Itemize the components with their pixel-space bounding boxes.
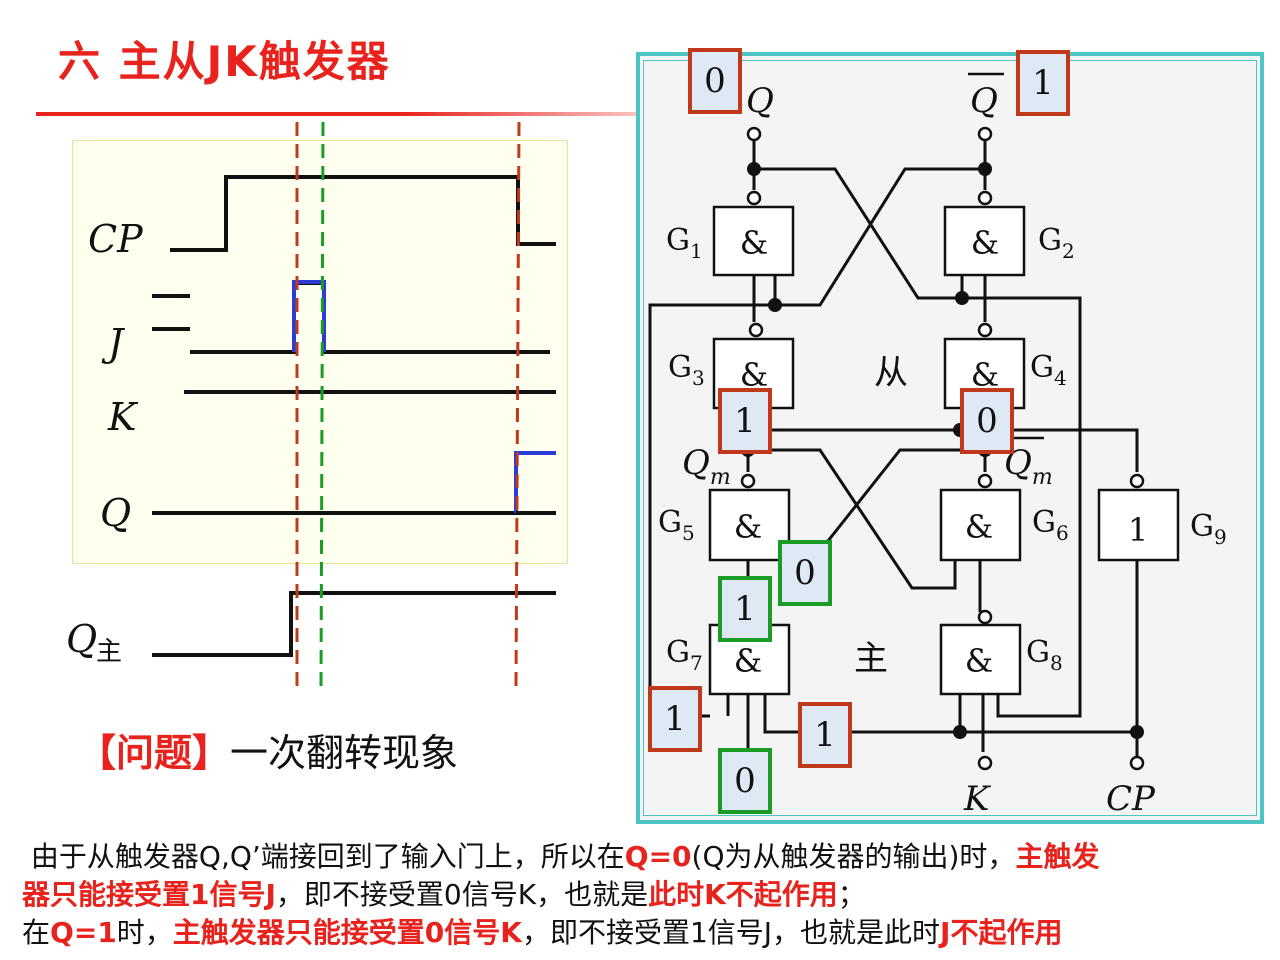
explanation-line-2: 器只能接受置1信号J，即不接受置0信号K，也就是此时K不起作用；	[22, 878, 866, 911]
value-q-out: 0	[688, 48, 742, 114]
gate-g1-symbol: &	[740, 224, 768, 262]
value-g7-input-right: 1	[798, 702, 852, 768]
signal-k-label: K	[963, 779, 992, 819]
value-g7-input-bottom: 0	[718, 748, 772, 814]
gate-g9-symbol: 1	[1128, 511, 1148, 549]
gate-g2-label: G2	[1038, 223, 1075, 263]
q-waveform	[152, 451, 556, 515]
gate-g5-label: G5	[658, 505, 695, 545]
value-g7-input-top: 1	[718, 576, 772, 642]
question-text: 一次翻转现象	[230, 731, 459, 775]
qm-label-sub: 主	[96, 637, 122, 667]
gate-g8-label: G8	[1026, 635, 1063, 675]
qm-label: Q	[66, 617, 97, 661]
gate-g2-symbol: &	[971, 224, 999, 262]
time-markers	[295, 121, 521, 687]
j-waveform	[190, 281, 550, 354]
question-bracket: 【问题】	[78, 731, 231, 775]
gate-g8-symbol: &	[965, 642, 993, 680]
signal-cp-label: CP	[1106, 779, 1156, 819]
cp-waveform	[170, 175, 556, 252]
signal-q-bar-label: Q	[970, 81, 998, 121]
j-pulse-highlight	[292, 280, 326, 352]
timing-diagram	[152, 175, 556, 657]
question-heading: 【问题】一次翻转现象	[78, 722, 458, 777]
explanation-line-1: 由于从触发器Q,Q’端接回到了输入门上，所以在Q=0(Q为从触发器的输出)时，主…	[30, 840, 1100, 873]
slave-section-label: 从	[874, 353, 908, 393]
gate-g1-label: G1	[666, 223, 703, 263]
cp-label: CP	[88, 217, 144, 261]
gate-g6-symbol: &	[965, 508, 993, 546]
diagram-canvas: CP J K Q Q 主 & & & & & & & & 1 G1 G2 G3 …	[66, 72, 1227, 819]
explanation: 由于从触发器Q,Q’端接回到了输入门上，所以在Q=0(Q为从触发器的输出)时，主…	[22, 838, 1262, 952]
master-section-label: 主	[854, 639, 888, 679]
q-transition-highlight	[514, 451, 556, 513]
q-label: Q	[100, 491, 131, 535]
gate-g7-label: G7	[666, 635, 703, 675]
gate-g5-symbol: &	[734, 508, 762, 546]
j-label: J	[101, 321, 125, 365]
value-g7-input-left: 1	[648, 686, 702, 752]
k-label: K	[107, 395, 139, 439]
value-qm-bar: 0	[960, 388, 1014, 454]
gate-g4-label: G4	[1030, 350, 1067, 390]
marker-green	[319, 121, 325, 687]
signal-q-label: Q	[746, 81, 774, 121]
value-g5-input: 0	[778, 540, 832, 606]
gate-g7-symbol: &	[734, 642, 762, 680]
explanation-line-3: 在Q=1时，主触发器只能接受置0信号K，即不接受置1信号J，也就是此时J不起作用	[22, 916, 1063, 949]
gate-g6-label: G6	[1032, 505, 1069, 545]
gate-g3-label: G3	[668, 350, 705, 390]
value-qm: 1	[718, 388, 772, 454]
qm-waveform	[152, 591, 556, 657]
value-q-bar-out: 1	[1016, 50, 1070, 116]
gate-g9-label: G9	[1190, 509, 1227, 549]
